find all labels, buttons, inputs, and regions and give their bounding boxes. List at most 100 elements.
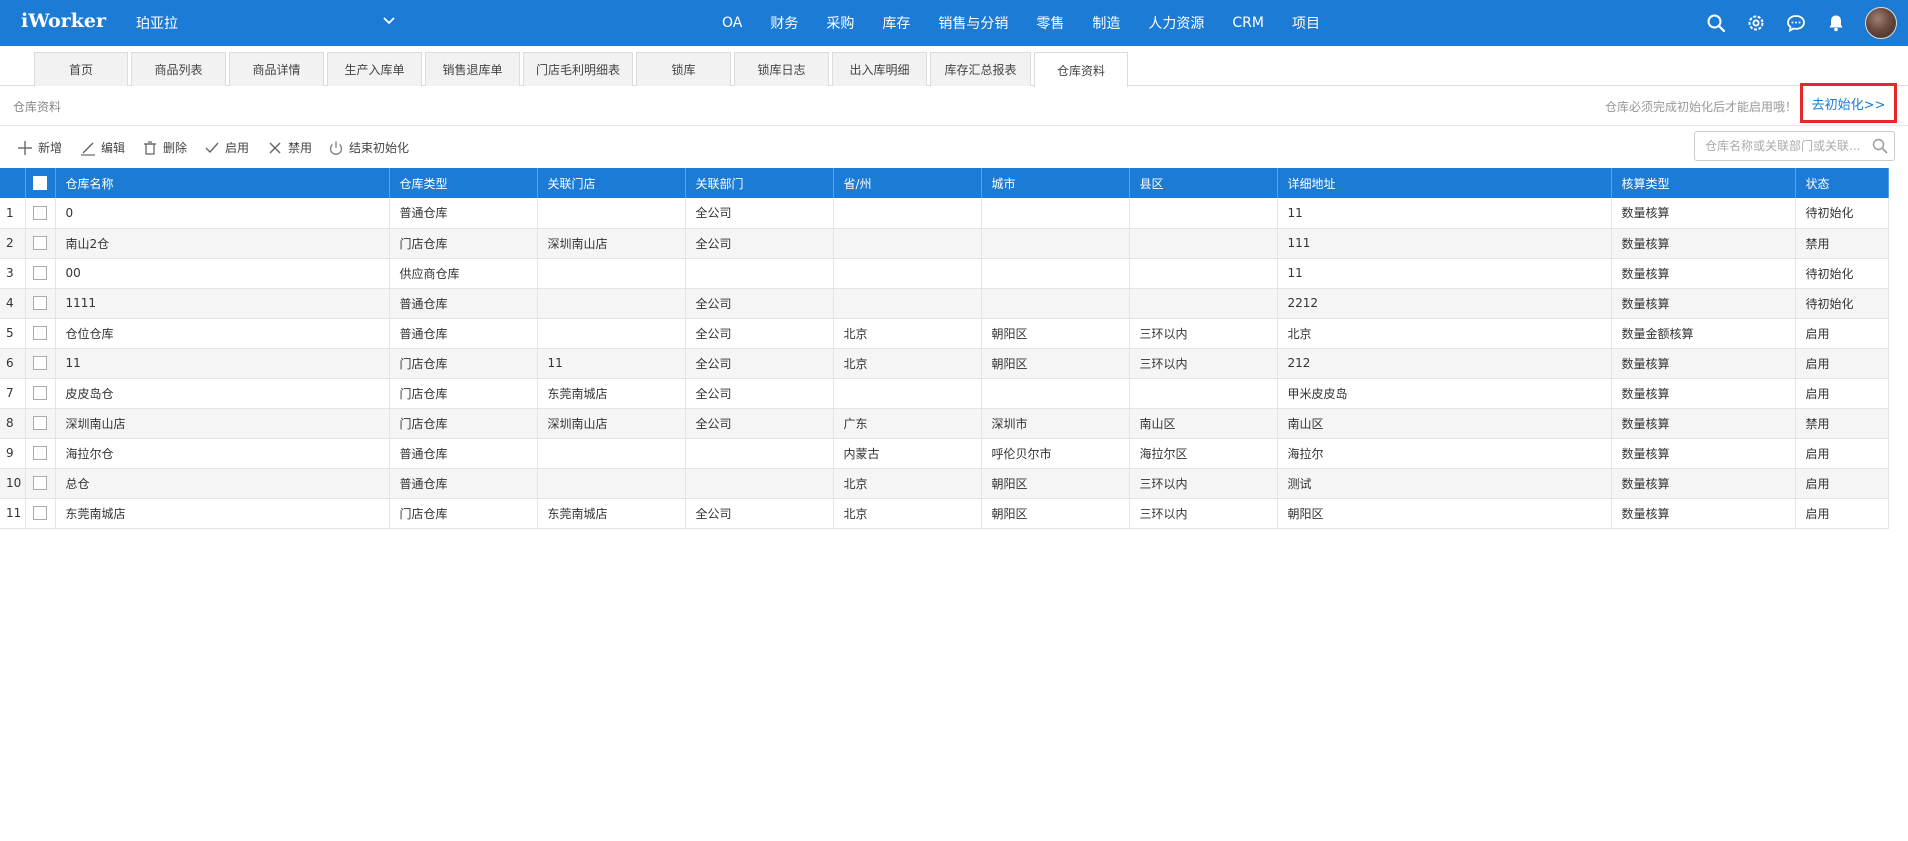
- table-row[interactable]: 9 海拉尔仓 普通仓库 内蒙古 呼伦贝尔市 海拉尔区 海拉尔 数量核算 启用: [0, 438, 1889, 469]
- row-select-cell: [25, 378, 56, 409]
- table-cell: [537, 468, 686, 499]
- row-checkbox[interactable]: [32, 386, 47, 401]
- table-cell: 数量核算: [1611, 258, 1796, 289]
- column-header[interactable]: 核算类型: [1611, 168, 1796, 198]
- search-input[interactable]: [1695, 132, 1865, 160]
- chat-icon[interactable]: [1786, 13, 1806, 33]
- row-checkbox[interactable]: [32, 206, 47, 220]
- tab-store-margin-detail[interactable]: 门店毛利明细表: [523, 52, 633, 86]
- table-cell: 深圳市: [981, 408, 1130, 439]
- row-checkbox[interactable]: [32, 506, 47, 521]
- user-avatar[interactable]: [1865, 7, 1897, 39]
- nav-item-retail[interactable]: 零售: [1036, 13, 1064, 33]
- table-cell: 启用: [1795, 438, 1889, 469]
- tab-warehouse-info[interactable]: 仓库资料: [1034, 52, 1128, 87]
- bell-icon[interactable]: [1826, 13, 1846, 33]
- table-cell: [833, 288, 982, 319]
- breadcrumb-row: 仓库资料 仓库必须完成初始化后才能启用哦！: [0, 86, 1908, 126]
- tab-bar: 首页 商品列表 商品详情 生产入库单 销售退库单 门店毛利明细表 锁库 锁库日志…: [0, 46, 1908, 87]
- table-cell: [981, 228, 1130, 259]
- search-icon[interactable]: [1706, 13, 1726, 33]
- tab-inout-detail[interactable]: 出入库明细: [832, 52, 927, 86]
- search-box: [1694, 131, 1895, 161]
- search-icon[interactable]: [1872, 138, 1888, 154]
- table-cell: 南山区: [1277, 408, 1612, 439]
- row-checkbox[interactable]: [32, 296, 47, 311]
- row-select-cell: [25, 198, 56, 229]
- gear-icon[interactable]: [1746, 13, 1766, 33]
- row-checkbox[interactable]: [32, 266, 47, 281]
- toolbar: 新增 编辑 删除 启用 禁用 结束初始化: [0, 127, 1908, 167]
- tab-inventory-summary[interactable]: 库存汇总报表: [930, 52, 1031, 86]
- enable-button[interactable]: 启用: [204, 139, 249, 156]
- column-header[interactable]: 城市: [981, 168, 1130, 198]
- row-checkbox[interactable]: [32, 476, 47, 491]
- table-row[interactable]: 8 深圳南山店 门店仓库 深圳南山店 全公司 广东 深圳市 南山区 南山区 数量核算 禁用: [0, 408, 1889, 439]
- column-header[interactable]: 状态: [1795, 168, 1889, 198]
- nav-item-purchase[interactable]: 采购: [826, 13, 854, 33]
- table-row[interactable]: 11 东莞南城店 门店仓库 东莞南城店 全公司 北京 朝阳区 三环以内 朝阳区 数量核算 启用: [0, 498, 1889, 529]
- disable-label: 禁用: [288, 141, 313, 155]
- row-checkbox[interactable]: [32, 326, 47, 341]
- nav-item-finance[interactable]: 财务: [770, 13, 798, 33]
- edit-button[interactable]: 编辑: [80, 139, 125, 156]
- tab-product-detail[interactable]: 商品详情: [229, 52, 324, 86]
- table-row[interactable]: 3 00 供应商仓库 11 数量核算 待初始化: [0, 258, 1889, 289]
- tab-stock-lock[interactable]: 锁库: [636, 52, 731, 86]
- tab-sales-return[interactable]: 销售退库单: [425, 52, 520, 86]
- table-row[interactable]: 7 皮皮岛仓 门店仓库 东莞南城店 全公司 甲米皮皮岛 数量核算 启用: [0, 378, 1889, 409]
- table-row[interactable]: 2 南山2仓 门店仓库 深圳南山店 全公司 111 数量核算 禁用: [0, 228, 1889, 259]
- nav-item-oa[interactable]: OA: [722, 15, 742, 31]
- table-row[interactable]: 4 1111 普通仓库 全公司 2212 数量核算 待初始化: [0, 288, 1889, 319]
- nav-item-manufacturing[interactable]: 制造: [1092, 13, 1120, 33]
- table-cell: 启用: [1795, 378, 1889, 409]
- tab-stock-lock-log[interactable]: 锁库日志: [734, 52, 829, 86]
- row-checkbox[interactable]: [32, 236, 47, 251]
- row-checkbox[interactable]: [32, 416, 47, 431]
- column-header[interactable]: 关联部门: [685, 168, 834, 198]
- table-cell: 皮皮岛仓: [55, 378, 390, 409]
- top-bar: iWorker 珀亚拉 OA 财务 采购 库存 销售与分销 零售 制造 人力资源…: [0, 0, 1908, 46]
- table-cell: 全公司: [685, 378, 834, 409]
- app-logo[interactable]: iWorker: [21, 10, 106, 32]
- table-row[interactable]: 1 0 普通仓库 全公司 11 数量核算 待初始化: [0, 198, 1889, 229]
- table-cell: 普通仓库: [389, 468, 538, 499]
- add-button[interactable]: 新增: [17, 139, 62, 156]
- go-initialize-link[interactable]: 去初始化>>: [1800, 83, 1897, 123]
- finish-init-button[interactable]: 结束初始化: [328, 139, 409, 156]
- chevron-down-icon[interactable]: [382, 14, 396, 28]
- column-header[interactable]: 省/州: [833, 168, 982, 198]
- nav-item-hr[interactable]: 人力资源: [1148, 13, 1204, 33]
- row-checkbox[interactable]: [32, 446, 47, 461]
- tab-production-receipt[interactable]: 生产入库单: [327, 52, 422, 86]
- table-row[interactable]: 5 仓位仓库 普通仓库 全公司 北京 朝阳区 三环以内 北京 数量金额核算 启用: [0, 318, 1889, 349]
- nav-item-inventory[interactable]: 库存: [882, 13, 910, 33]
- disable-button[interactable]: 禁用: [267, 139, 312, 156]
- table-cell: 待初始化: [1795, 198, 1889, 229]
- table-cell: 待初始化: [1795, 258, 1889, 289]
- column-header[interactable]: 县区: [1129, 168, 1278, 198]
- delete-button[interactable]: 删除: [142, 139, 187, 156]
- table-cell: 北京: [833, 348, 982, 379]
- table-cell: 全公司: [685, 348, 834, 379]
- table-cell: 东莞南城店: [55, 498, 390, 529]
- column-header[interactable]: 详细地址: [1277, 168, 1612, 198]
- column-header[interactable]: 仓库名称: [55, 168, 390, 198]
- select-all-checkbox[interactable]: [32, 176, 47, 191]
- table-cell: [685, 438, 834, 469]
- row-number: 10: [0, 468, 26, 499]
- table-row[interactable]: 6 11 门店仓库 11 全公司 北京 朝阳区 三环以内 212 数量核算 启用: [0, 348, 1889, 379]
- table-cell: [1129, 228, 1278, 259]
- nav-item-sales[interactable]: 销售与分销: [938, 13, 1008, 33]
- table-cell: 数量核算: [1611, 408, 1796, 439]
- column-header[interactable]: 关联门店: [537, 168, 686, 198]
- table-cell: 数量核算: [1611, 468, 1796, 499]
- tab-home[interactable]: 首页: [34, 52, 128, 86]
- company-selector[interactable]: 珀亚拉: [136, 13, 178, 33]
- column-header[interactable]: 仓库类型: [389, 168, 538, 198]
- nav-item-project[interactable]: 项目: [1292, 13, 1320, 33]
- table-row[interactable]: 10 总仓 普通仓库 北京 朝阳区 三环以内 测试 数量核算 启用: [0, 468, 1889, 499]
- tab-product-list[interactable]: 商品列表: [131, 52, 226, 86]
- row-checkbox[interactable]: [32, 356, 47, 371]
- nav-item-crm[interactable]: CRM: [1232, 15, 1264, 31]
